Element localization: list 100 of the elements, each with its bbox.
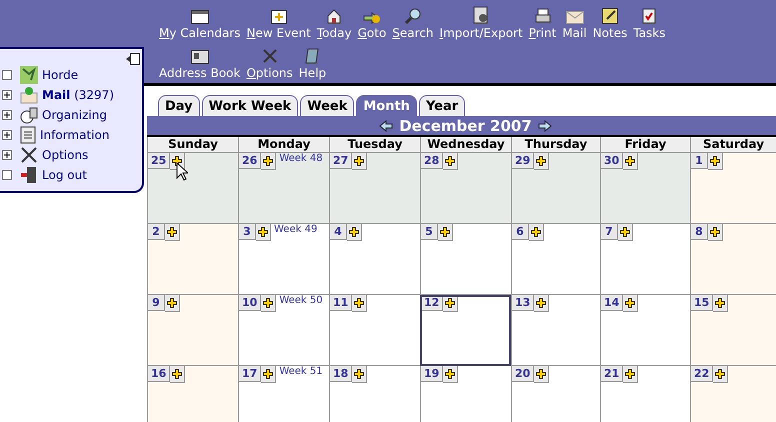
day-cell[interactable]: 9 <box>147 295 238 366</box>
day-cell[interactable]: 4 <box>329 224 420 295</box>
collapse-icon[interactable] <box>126 52 140 66</box>
day-cell[interactable]: 14 <box>600 295 690 366</box>
add-event-button[interactable] <box>529 224 544 241</box>
sidebar-link[interactable]: Log out <box>42 168 87 182</box>
expand-toggle[interactable] <box>2 110 12 120</box>
day-number[interactable]: 20 <box>512 366 534 382</box>
add-event-button[interactable] <box>256 224 271 241</box>
day-cell[interactable]: 29 <box>511 153 600 224</box>
expand-toggle[interactable] <box>2 130 12 140</box>
sidebar-link[interactable]: Information <box>40 128 110 142</box>
toolbar-button[interactable]: Tasks <box>630 5 669 41</box>
day-cell[interactable]: 12 <box>420 295 511 366</box>
day-number[interactable]: 26 <box>239 153 262 169</box>
day-cell[interactable]: 26 Week 48 <box>238 153 329 224</box>
add-event-button[interactable] <box>352 366 368 383</box>
day-number[interactable]: 22 <box>691 366 714 382</box>
day-number[interactable]: 30 <box>601 153 624 169</box>
day-number[interactable]: 3 <box>239 224 256 240</box>
add-event-button[interactable] <box>443 366 458 383</box>
toolbar-button[interactable]: My Calendars <box>156 5 244 41</box>
day-cell[interactable]: 30 <box>600 153 690 224</box>
sidebar-link[interactable]: Mail (3297) <box>42 88 114 102</box>
day-cell[interactable]: 10 Week 50 <box>238 295 329 366</box>
toolbar-button[interactable]: Import/Export <box>436 5 526 41</box>
day-cell[interactable]: 28 <box>420 153 511 224</box>
day-cell[interactable]: 25 <box>147 153 238 224</box>
tree-box[interactable] <box>2 70 12 80</box>
day-cell[interactable]: 5 <box>420 224 511 295</box>
day-number[interactable]: 1 <box>691 153 708 169</box>
day-cell[interactable]: 16 <box>147 366 238 422</box>
add-event-button[interactable] <box>261 366 276 383</box>
add-event-button[interactable] <box>623 295 638 312</box>
day-number[interactable]: 28 <box>421 153 444 169</box>
view-tab[interactable]: Week <box>300 95 354 116</box>
add-event-button[interactable] <box>165 295 180 312</box>
day-number[interactable]: 18 <box>330 366 352 382</box>
expand-toggle[interactable] <box>2 150 12 160</box>
week-link[interactable]: Week 51 <box>279 366 323 377</box>
toolbar-button[interactable]: Address Book <box>156 45 244 81</box>
next-arrow-icon[interactable] <box>538 120 552 132</box>
add-event-button[interactable] <box>170 366 186 383</box>
day-number[interactable]: 14 <box>601 295 624 311</box>
day-cell[interactable]: 13 <box>511 295 600 366</box>
sidebar-link[interactable]: Options <box>42 148 88 162</box>
day-number[interactable]: 8 <box>691 224 708 240</box>
add-event-button[interactable] <box>623 153 638 170</box>
toolbar-button[interactable]: Today <box>314 5 355 41</box>
toolbar-button[interactable]: Notes <box>590 5 630 41</box>
day-number[interactable]: 12 <box>421 295 444 311</box>
add-event-button[interactable] <box>165 224 180 241</box>
day-cell[interactable]: 8 <box>690 224 776 295</box>
add-event-button[interactable] <box>438 224 453 241</box>
day-cell[interactable]: 2 <box>147 224 238 295</box>
day-cell[interactable]: 27 <box>329 153 420 224</box>
add-event-button[interactable] <box>534 295 550 312</box>
week-link[interactable]: Week 49 <box>274 224 318 235</box>
toolbar-button[interactable]: Mail <box>559 5 590 41</box>
view-tab[interactable]: Work Week <box>202 95 298 116</box>
toolbar-button[interactable]: Help <box>296 45 330 81</box>
week-link[interactable]: Week 50 <box>279 295 323 306</box>
day-cell[interactable]: 22 <box>690 366 776 422</box>
add-event-button[interactable] <box>261 153 276 170</box>
add-event-button[interactable] <box>534 153 550 170</box>
day-number[interactable]: 19 <box>421 366 444 382</box>
day-cell[interactable]: 3 Week 49 <box>238 224 329 295</box>
day-number[interactable]: 25 <box>148 153 170 169</box>
add-event-button[interactable] <box>443 153 458 170</box>
day-number[interactable]: 29 <box>512 153 534 169</box>
add-event-button[interactable] <box>352 295 368 312</box>
sidebar-link[interactable]: Horde <box>42 68 78 82</box>
day-number[interactable]: 6 <box>512 224 529 240</box>
day-number[interactable]: 16 <box>148 366 170 382</box>
day-number[interactable]: 27 <box>330 153 352 169</box>
toolbar-button[interactable]: New Event <box>244 5 314 41</box>
add-event-button[interactable] <box>443 295 458 312</box>
add-event-button[interactable] <box>347 224 362 241</box>
day-number[interactable]: 10 <box>239 295 262 311</box>
toolbar-button[interactable]: Options <box>243 45 296 81</box>
day-cell[interactable]: 15 <box>690 295 776 366</box>
view-tab[interactable]: Day <box>158 95 200 116</box>
view-tab[interactable]: Month <box>356 95 417 116</box>
toolbar-button[interactable]: Search <box>389 5 437 41</box>
day-number[interactable]: 15 <box>691 295 714 311</box>
sidebar-link[interactable]: Organizing <box>42 108 107 122</box>
day-cell[interactable]: 6 <box>511 224 600 295</box>
toolbar-button[interactable]: Print <box>526 5 560 41</box>
add-event-button[interactable] <box>708 224 723 241</box>
add-event-button[interactable] <box>623 366 638 383</box>
add-event-button[interactable] <box>708 153 723 170</box>
view-tab[interactable]: Year <box>418 95 466 116</box>
day-cell[interactable]: 11 <box>329 295 420 366</box>
day-number[interactable]: 2 <box>148 224 165 240</box>
previous-arrow-icon[interactable] <box>379 120 394 132</box>
day-number[interactable]: 17 <box>239 366 262 382</box>
week-link[interactable]: Week 48 <box>279 153 323 164</box>
day-number[interactable]: 21 <box>601 366 624 382</box>
day-number[interactable]: 9 <box>148 295 165 311</box>
add-event-button[interactable] <box>713 366 728 383</box>
